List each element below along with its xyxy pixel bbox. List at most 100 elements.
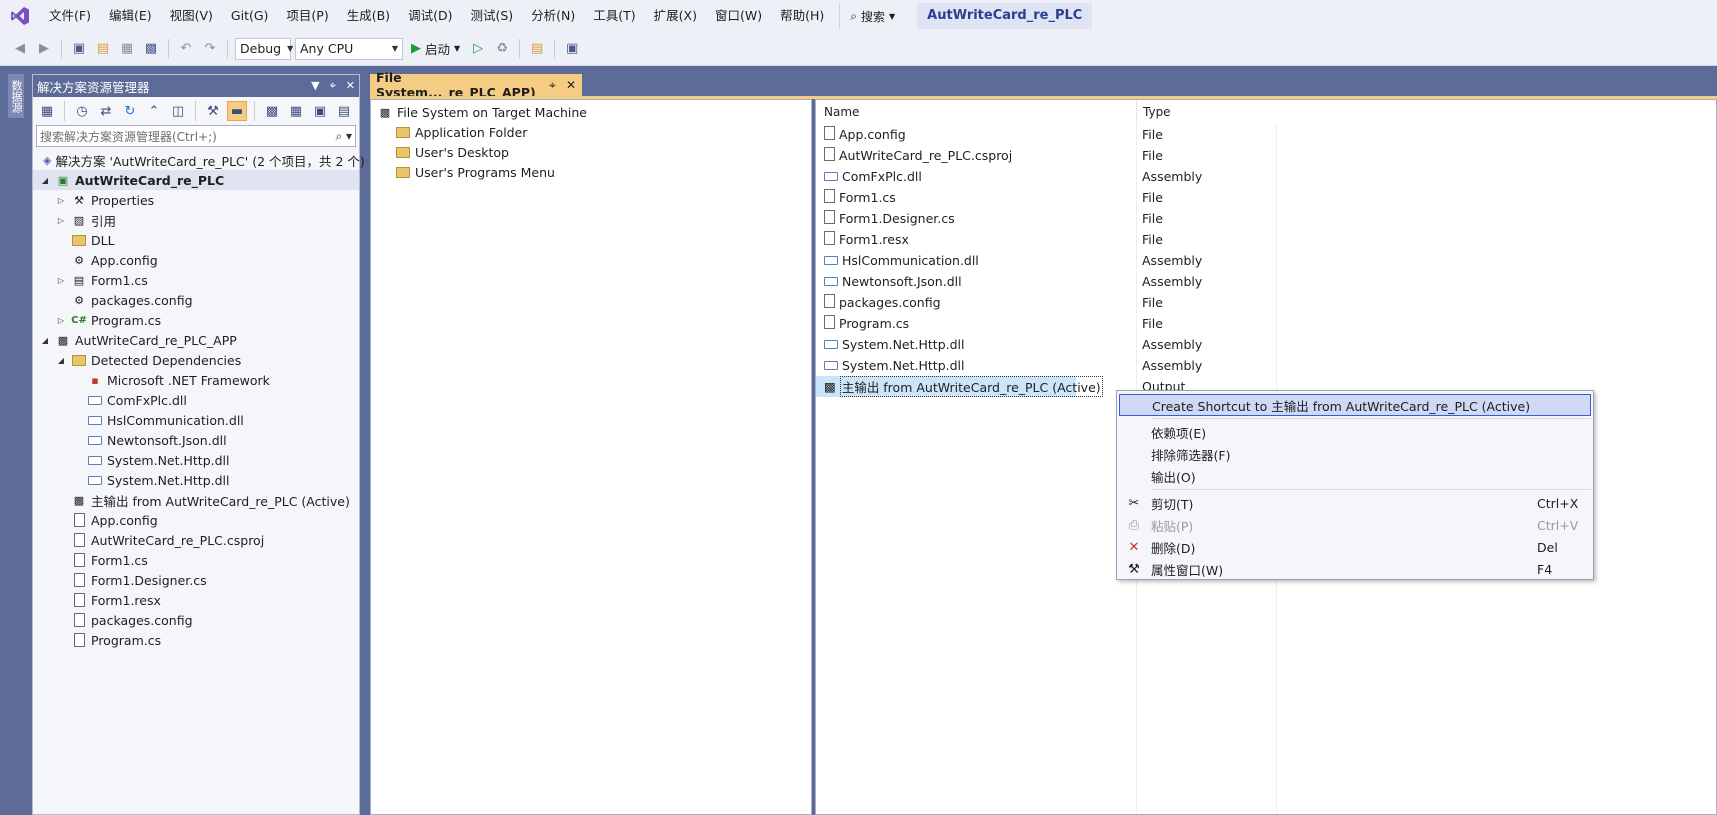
solution-name-badge[interactable]: AutWriteCard_re_PLC <box>917 3 1093 29</box>
switch-views-icon[interactable]: ▦ <box>37 101 57 121</box>
tree-item-app-config[interactable]: ⚙ App.config <box>33 250 359 270</box>
tree-item-dependency[interactable]: System.Net.Http.dll <box>33 470 359 490</box>
refresh-icon[interactable]: ↻ <box>120 101 140 121</box>
undo-icon[interactable]: ↶ <box>176 39 196 59</box>
tree-item-dependency[interactable]: ▪ Microsoft .NET Framework <box>33 370 359 390</box>
tree-item-references[interactable]: ▷ ▨ 引用 <box>33 210 359 230</box>
tab-file-system-editor[interactable]: File System..._re_PLC_APP) ⌖ ✕ <box>370 70 582 100</box>
tree-item-detected-dependencies[interactable]: ◢ Detected Dependencies <box>33 350 359 370</box>
list-item[interactable]: System.Net.Http.dll Assembly <box>816 334 1716 355</box>
tree-item-project[interactable]: ◢ ▣ AutWriteCard_re_PLC <box>33 170 359 190</box>
column-header-type[interactable]: Type <box>1136 100 1276 124</box>
back-icon[interactable]: ◀ <box>10 39 30 59</box>
menu-tools[interactable]: 工具(T) <box>584 0 644 32</box>
dependencies-menu-item[interactable]: 依赖项(E) <box>1119 421 1591 443</box>
list-item[interactable]: ComFxPlc.dll Assembly <box>816 166 1716 187</box>
tree-item-setup-project[interactable]: ◢ ▩ AutWriteCard_re_PLC_APP <box>33 330 359 350</box>
search-menu-button[interactable]: ⌕ 搜索 ▼ <box>839 3 905 29</box>
menu-extensions[interactable]: 扩展(X) <box>645 0 706 32</box>
open-folder-icon[interactable]: ▤ <box>93 39 113 59</box>
tree-item-dependency[interactable]: System.Net.Http.dll <box>33 450 359 470</box>
menu-project[interactable]: 项目(P) <box>277 0 337 32</box>
create-shortcut-menu-item[interactable]: Create Shortcut to 主输出 from AutWriteCard… <box>1119 394 1591 416</box>
menu-window[interactable]: 窗口(W) <box>706 0 771 32</box>
save-all-icon[interactable]: ▩ <box>141 39 161 59</box>
save-icon[interactable]: ▦ <box>117 39 137 59</box>
list-item[interactable]: packages.config File <box>816 292 1716 313</box>
menu-analyze[interactable]: 分析(N) <box>522 0 584 32</box>
menu-help[interactable]: 帮助(H) <box>771 0 833 32</box>
expanded-triangle-icon[interactable]: ◢ <box>39 336 51 345</box>
close-icon[interactable]: ✕ <box>566 78 576 93</box>
outputs-menu-item[interactable]: 输出(O) <box>1119 465 1591 487</box>
tree-item-file[interactable]: Program.cs <box>33 630 359 650</box>
menu-edit[interactable]: 编辑(E) <box>100 0 161 32</box>
list-item[interactable]: AutWriteCard_re_PLC.csproj File <box>816 145 1716 166</box>
pin-icon[interactable]: ⌖ <box>330 79 336 93</box>
list-item[interactable]: Newtonsoft.Json.dll Assembly <box>816 271 1716 292</box>
layout-icon[interactable]: ▣ <box>562 39 582 59</box>
pending-changes-icon[interactable]: ◷ <box>72 101 92 121</box>
menu-file[interactable]: 文件(F) <box>40 0 100 32</box>
list-item[interactable]: App.config File <box>816 124 1716 145</box>
list-item[interactable]: Form1.resx File <box>816 229 1716 250</box>
tree-item-file[interactable]: Form1.cs <box>33 550 359 570</box>
data-sources-tab[interactable]: 数据源 <box>8 74 24 118</box>
file-system-editor-icon[interactable]: ▩ <box>262 101 282 121</box>
expanded-triangle-icon[interactable]: ◢ <box>55 356 67 365</box>
platform-select[interactable]: Any CPU ▼ <box>295 37 403 60</box>
visual-studio-logo-icon[interactable] <box>0 0 40 32</box>
menu-test[interactable]: 测试(S) <box>461 0 522 32</box>
tree-item-file[interactable]: AutWriteCard_re_PLC.csproj <box>33 530 359 550</box>
redo-icon[interactable]: ↷ <box>200 39 220 59</box>
exclude-filter-menu-item[interactable]: 排除筛选器(F) <box>1119 443 1591 465</box>
start-without-debugging-icon[interactable]: ▷ <box>468 39 488 59</box>
fs-tree-root[interactable]: ▩ File System on Target Machine <box>371 102 811 122</box>
tree-item-file[interactable]: Form1.resx <box>33 590 359 610</box>
delete-menu-item[interactable]: ✕ 删除(D) Del <box>1119 536 1591 558</box>
cut-menu-item[interactable]: ✂ 剪切(T) Ctrl+X <box>1119 492 1591 514</box>
hot-reload-icon[interactable]: ♻ <box>492 39 512 59</box>
show-all-files-icon[interactable]: ◫ <box>168 101 188 121</box>
properties-wrench-icon[interactable]: ⚒ <box>203 101 223 121</box>
paste-menu-item[interactable]: ⎙ 粘贴(P) Ctrl+V <box>1119 514 1591 536</box>
tree-item-dependency[interactable]: ComFxPlc.dll <box>33 390 359 410</box>
tree-item-form1[interactable]: ▷ ▤ Form1.cs <box>33 270 359 290</box>
tree-item-packages-config[interactable]: ⚙ packages.config <box>33 290 359 310</box>
collapsed-triangle-icon[interactable]: ▷ <box>55 196 67 205</box>
close-icon[interactable]: ✕ <box>346 79 355 93</box>
configuration-select[interactable]: Debug ▼ <box>235 37 293 60</box>
collapsed-triangle-icon[interactable]: ▷ <box>55 276 67 285</box>
new-project-icon[interactable]: ▣ <box>69 39 89 59</box>
list-item[interactable]: HslCommunication.dll Assembly <box>816 250 1716 271</box>
list-item[interactable]: System.Net.Http.dll Assembly <box>816 355 1716 376</box>
fs-tree-folder[interactable]: Application Folder <box>371 122 811 142</box>
menu-debug[interactable]: 调试(D) <box>399 0 461 32</box>
menu-build[interactable]: 生成(B) <box>338 0 399 32</box>
tree-item-file[interactable]: packages.config <box>33 610 359 630</box>
tree-item-dependency[interactable]: HslCommunication.dll <box>33 410 359 430</box>
collapse-all-icon[interactable]: ⌃ <box>144 101 164 121</box>
tree-item-program[interactable]: ▷ C# Program.cs <box>33 310 359 330</box>
tree-item-dependency[interactable]: Newtonsoft.Json.dll <box>33 430 359 450</box>
list-item[interactable]: Form1.cs File <box>816 187 1716 208</box>
chevron-down-icon[interactable]: ▼ <box>311 79 319 93</box>
tree-item-primary-output[interactable]: ▩ 主输出 from AutWriteCard_re_PLC (Active) <box>33 490 359 510</box>
solution-explorer-search-input[interactable]: 搜索解决方案资源管理器(Ctrl+;) ⌕ ▾ <box>36 125 356 147</box>
registry-editor-icon[interactable]: ▦ <box>286 101 306 121</box>
custom-actions-editor-icon[interactable]: ▤ <box>334 101 354 121</box>
tree-item-file[interactable]: Form1.Designer.cs <box>33 570 359 590</box>
fs-tree-folder[interactable]: User's Programs Menu <box>371 162 811 182</box>
list-item[interactable]: Form1.Designer.cs File <box>816 208 1716 229</box>
tree-item-file[interactable]: App.config <box>33 510 359 530</box>
properties-window-menu-item[interactable]: ⚒ 属性窗口(W) F4 <box>1119 558 1591 580</box>
start-debugging-button[interactable]: ▶ 启动 ▼ <box>407 39 464 58</box>
tree-item-solution[interactable]: ◈ 解决方案 'AutWriteCard_re_PLC' (2 个项目，共 2 … <box>33 150 365 170</box>
column-header-name[interactable]: Name <box>816 100 1136 124</box>
menu-git[interactable]: Git(G) <box>222 0 278 32</box>
forward-icon[interactable]: ▶ <box>34 39 54 59</box>
sync-icon[interactable]: ⇄ <box>96 101 116 121</box>
fs-tree-folder[interactable]: User's Desktop <box>371 142 811 162</box>
pin-icon[interactable]: ⌖ <box>549 78 556 93</box>
preview-selected-icon[interactable]: ▬ <box>227 101 247 121</box>
